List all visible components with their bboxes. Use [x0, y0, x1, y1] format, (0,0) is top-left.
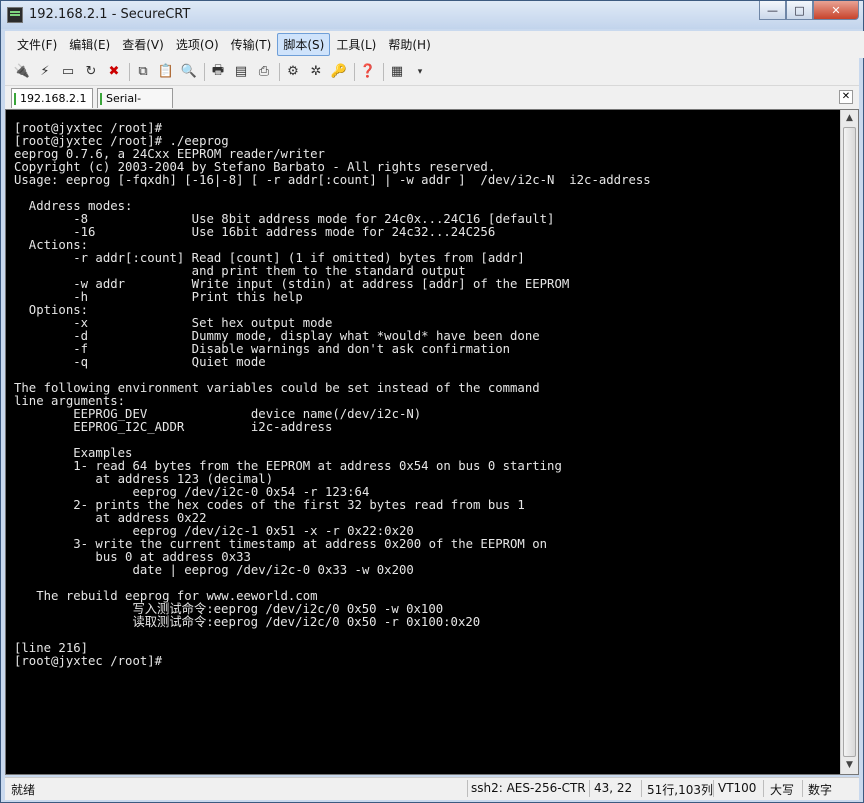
menu-edit[interactable]: 编辑(E): [63, 33, 116, 56]
status-ready: 就绪: [11, 783, 36, 797]
toolbar: 🔌 ⚡ ▭ ↻ ✖ ⧉ 📋 🔍 🖶 ▤ ⎙ ⚙ ✲ 🔑 ❓ ▦ ▾: [5, 58, 859, 85]
menu-file[interactable]: 文件(F): [11, 33, 63, 56]
status-bar: 就绪 ssh2: AES-256-CTR 43, 22 51行,103列 VT1…: [5, 777, 859, 800]
terminal-line: date | eeprog /dev/i2c-0 0x33 -w 0x200: [14, 563, 414, 577]
status-divider: [763, 780, 764, 797]
close-tab-icon[interactable]: ✕: [839, 90, 853, 104]
quick-connect-icon[interactable]: ⚡: [36, 63, 54, 81]
print-setup-icon[interactable]: ⎙: [255, 63, 273, 81]
scroll-down-icon[interactable]: ▼: [843, 758, 856, 773]
terminal-line: Usage: eeprog [-fqxdh] [-16|-8] [ -r add…: [14, 173, 651, 187]
terminal-line: -h Print this help: [14, 290, 303, 304]
connect-tab-icon[interactable]: ▭: [59, 63, 77, 81]
app-terminal-icon[interactable]: [7, 7, 23, 23]
toolbar-separator: [129, 62, 130, 81]
toolbar-separator: [204, 62, 205, 81]
status-cipher: ssh2: AES-256-CTR: [471, 781, 586, 795]
reconnect-icon[interactable]: ↻: [82, 63, 100, 81]
terminal-output[interactable]: [root@jyxtec /root]# [root@jyxtec /root]#…: [14, 122, 834, 770]
terminal-line: -16 Use 16bit address mode for 24c32...2…: [14, 225, 496, 239]
window-controls: — □ ✕: [759, 1, 859, 21]
menu-transfer[interactable]: 传输(T): [225, 33, 278, 56]
scroll-up-icon[interactable]: ▲: [843, 111, 856, 126]
tab-serial-com9[interactable]: Serial-COM9: [97, 88, 173, 125]
more-icon[interactable]: ▾: [411, 63, 429, 81]
maximize-button[interactable]: □: [786, 1, 813, 20]
status-divider: [467, 780, 468, 797]
title-bar[interactable]: 192.168.2.1 - SecureCRT — □ ✕: [1, 1, 863, 29]
status-cursor: 43, 22: [594, 781, 633, 795]
status-divider: [641, 780, 642, 797]
vertical-scrollbar[interactable]: ▲ ▼: [840, 110, 858, 774]
status-size: 51行,103列: [647, 783, 713, 797]
toolbar-separator: [279, 62, 280, 81]
menu-options[interactable]: 选项(O): [170, 33, 225, 56]
status-caps: 大写: [770, 783, 795, 797]
find-icon[interactable]: 🔍: [180, 63, 198, 81]
terminal-line: [root@jyxtec /root]#: [14, 654, 163, 668]
print-icon[interactable]: 🖶: [209, 63, 227, 81]
tab-label: 192.168.2.1: [20, 92, 87, 105]
menu-view[interactable]: 查看(V): [116, 33, 170, 56]
terminal-line: The following environment variables coul…: [14, 381, 540, 395]
terminal-line: EEPROG_I2C_ADDR i2c-address: [14, 420, 333, 434]
securecrt-window: 192.168.2.1 - SecureCRT — □ ✕ 文件(F) 编辑(E…: [0, 0, 864, 803]
close-button[interactable]: ✕: [813, 1, 859, 20]
window-title: 192.168.2.1 - SecureCRT: [29, 7, 191, 22]
menu-script[interactable]: 脚本(S): [277, 33, 331, 56]
menu-help[interactable]: 帮助(H): [382, 33, 436, 56]
print-selection-icon[interactable]: ▤: [232, 63, 250, 81]
status-divider: [713, 780, 714, 797]
session-tabs: 192.168.2.1 Serial-COM9 ✕: [5, 85, 859, 125]
toolbar-separator: [354, 62, 355, 81]
connect-icon[interactable]: 🔌: [13, 63, 31, 81]
status-divider: [802, 780, 803, 797]
toolbar-separator: [383, 62, 384, 81]
status-emulation: VT100: [718, 781, 757, 795]
terminal-line: 读取测试命令:eeprog /dev/i2c/0 0x50 -r 0x100:0…: [14, 615, 481, 629]
session-options-icon[interactable]: ⚙: [284, 63, 302, 81]
disconnect-icon[interactable]: ✖: [105, 63, 123, 81]
terminal-line: -q Quiet mode: [14, 355, 266, 369]
scrollbar-thumb[interactable]: [843, 127, 856, 757]
paste-icon[interactable]: 📋: [157, 63, 175, 81]
menu-bar: 文件(F) 编辑(E) 查看(V) 选项(O) 传输(T) 脚本(S) 工具(L…: [5, 31, 864, 58]
minimize-button[interactable]: —: [759, 1, 786, 20]
menu-tools[interactable]: 工具(L): [330, 33, 382, 56]
help-icon[interactable]: ❓: [359, 63, 377, 81]
status-divider: [589, 780, 590, 797]
tab-status-indicator: [100, 93, 102, 105]
keymap-icon[interactable]: 🔑: [330, 63, 348, 81]
tab-active-indicator: [14, 93, 16, 105]
copy-icon[interactable]: ⧉: [134, 63, 152, 81]
status-num: 数字: [808, 783, 833, 797]
terminal-pane[interactable]: [root@jyxtec /root]# [root@jyxtec /root]#…: [5, 109, 859, 775]
global-options-icon[interactable]: ✲: [307, 63, 325, 81]
sftp-icon[interactable]: ▦: [388, 63, 406, 81]
tab-192-168-2-1[interactable]: 192.168.2.1: [11, 88, 93, 108]
